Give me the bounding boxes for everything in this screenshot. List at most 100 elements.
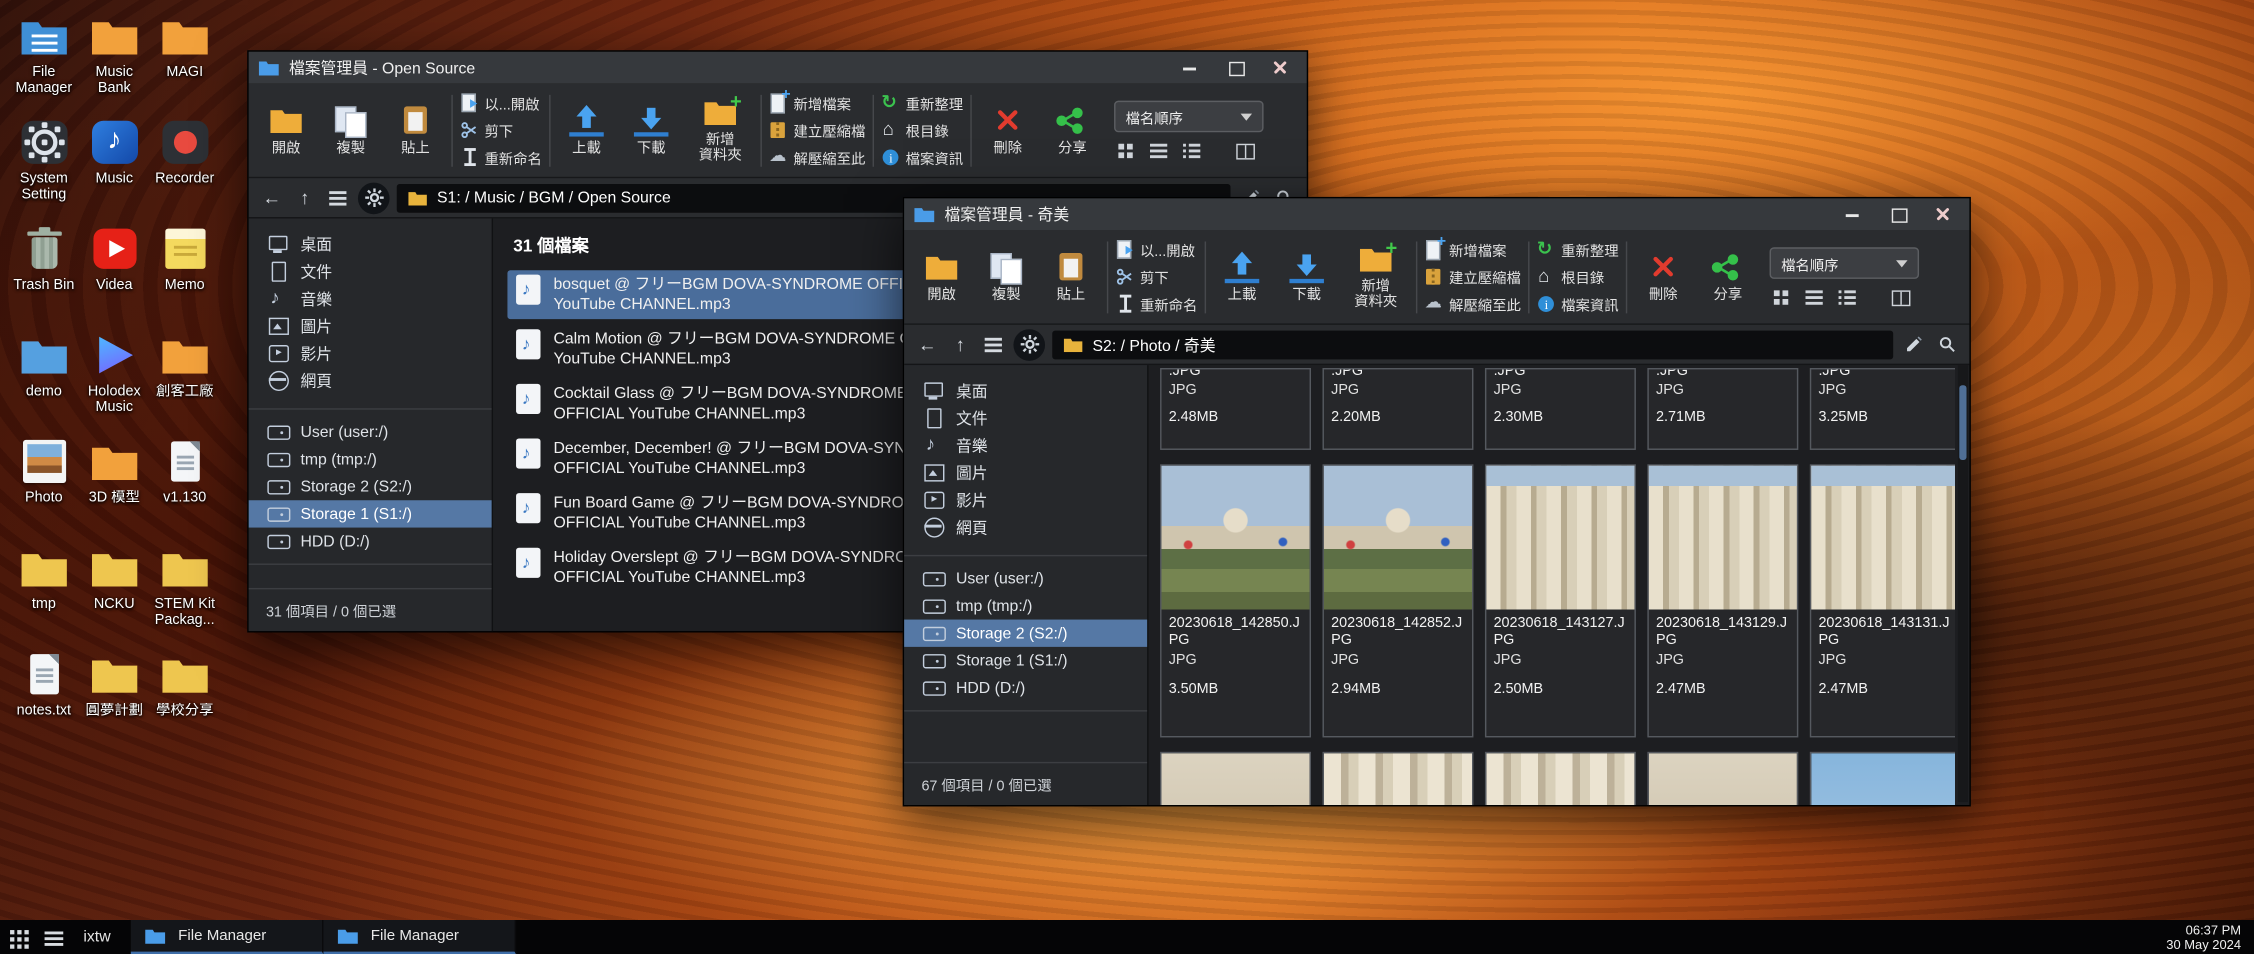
refresh-button[interactable]: 重新整理 — [1537, 239, 1619, 261]
share-button[interactable]: 分享 — [1699, 251, 1757, 303]
paste-button[interactable]: 貼上 — [1042, 251, 1100, 303]
file-card-partial[interactable]: .JPG JPG 2.71MB — [1647, 368, 1798, 450]
desktop-icon[interactable]: File Manager — [9, 12, 79, 118]
taskbar-app-button[interactable]: File Manager — [323, 920, 516, 954]
sidebar-drive-item[interactable]: Storage 1 (S1:/) — [249, 500, 492, 527]
desktop-icon[interactable]: STEM Kit Packag... — [150, 543, 220, 649]
minimize-button[interactable] — [1836, 203, 1871, 226]
file-card[interactable]: 20230618_142852.JPG JPG 2.94MB — [1323, 464, 1474, 737]
sidebar-drive-item[interactable]: Storage 2 (S2:/) — [249, 473, 492, 500]
maximize-button[interactable] — [1880, 203, 1915, 226]
desktop-icon[interactable]: Photo — [9, 437, 79, 543]
sidebar-place-item[interactable]: 網頁 — [249, 367, 492, 394]
sort-order-dropdown[interactable]: 檔名順序 — [1770, 247, 1920, 279]
close-button[interactable] — [1925, 203, 1960, 226]
download-button[interactable]: 下載 — [1278, 251, 1336, 303]
sidebar-drive-item[interactable]: HDD (D:/) — [904, 674, 1147, 701]
refresh-button[interactable]: 重新整理 — [881, 92, 963, 114]
download-button[interactable]: 下載 — [622, 104, 680, 156]
upload-button[interactable]: 上載 — [558, 104, 616, 156]
delete-button[interactable]: 刪除 — [979, 104, 1037, 156]
desktop-icon[interactable]: 圓夢計劃 — [79, 650, 149, 756]
maximize-button[interactable] — [1218, 56, 1253, 79]
title-bar[interactable]: 檔案管理員 - Open Source — [249, 52, 1307, 84]
delete-button[interactable]: 刪除 — [1634, 251, 1692, 303]
new-folder-button[interactable]: 新增 資料夾 — [687, 96, 753, 164]
sort-order-dropdown[interactable]: 檔名順序 — [1114, 101, 1264, 133]
file-card[interactable]: 20230618_143131.JPG JPG 2.47MB — [1810, 464, 1955, 737]
root-directory-button[interactable]: 根目錄 — [881, 119, 963, 141]
desktop-icon[interactable]: NCKU — [79, 543, 149, 649]
grid-view-icon[interactable] — [1772, 289, 1791, 306]
back-button[interactable] — [259, 185, 285, 211]
new-file-button[interactable]: 新增檔案 — [1425, 239, 1521, 261]
desktop-icon[interactable]: Holodex Music — [79, 331, 149, 437]
menu-icon[interactable] — [980, 331, 1006, 357]
root-directory-button[interactable]: 根目錄 — [1537, 266, 1619, 288]
file-info-button[interactable]: 檔案資訊 — [881, 147, 963, 169]
file-card-partial[interactable] — [1810, 752, 1955, 805]
sidebar-drive-item[interactable]: Storage 2 (S2:/) — [904, 620, 1147, 647]
sidebar-drive-item[interactable]: HDD (D:/) — [249, 528, 492, 555]
desktop-icon[interactable]: Memo — [150, 224, 220, 330]
sidebar-drive-item[interactable]: tmp (tmp:/) — [904, 592, 1147, 619]
upload-button[interactable]: 上載 — [1213, 251, 1271, 303]
list-view-icon[interactable] — [1150, 142, 1169, 159]
desktop-icon[interactable]: demo — [9, 331, 79, 437]
sidebar-drive-item[interactable]: User (user:/) — [249, 418, 492, 445]
list-view-icon[interactable] — [1806, 289, 1825, 306]
extract-here-button[interactable]: 解壓縮至此 — [1425, 293, 1521, 315]
sidebar-place-item[interactable]: 音樂 — [249, 285, 492, 312]
rename-button[interactable]: 重新命名 — [1116, 293, 1198, 315]
sidebar-drive-item[interactable]: User (user:/) — [904, 565, 1147, 592]
file-card-partial[interactable]: .JPG JPG 3.25MB — [1810, 368, 1955, 450]
desktop-icon[interactable]: notes.txt — [9, 650, 79, 756]
sidebar-place-item[interactable]: 桌面 — [904, 377, 1147, 404]
sidebar-place-item[interactable]: 影片 — [249, 339, 492, 366]
column-view-icon[interactable] — [1892, 290, 1911, 306]
desktop-icon[interactable]: 創客工廠 — [150, 331, 220, 437]
grid-view-icon[interactable] — [1117, 142, 1136, 159]
path-field[interactable]: S2: / Photo / 奇美 — [1052, 330, 1893, 359]
sidebar-place-item[interactable]: 音樂 — [904, 431, 1147, 458]
desktop-icon[interactable]: System Setting — [9, 118, 79, 224]
file-card-partial[interactable] — [1647, 752, 1798, 805]
settings-gear-button[interactable] — [358, 182, 390, 214]
create-archive-button[interactable]: 建立壓縮檔 — [769, 119, 865, 141]
title-bar[interactable]: 檔案管理員 - 奇美 — [904, 198, 1969, 230]
taskbar-app-button[interactable]: File Manager — [131, 920, 324, 954]
new-file-button[interactable]: 新增檔案 — [769, 92, 865, 114]
search-button[interactable] — [1933, 331, 1959, 357]
desktop-icon[interactable]: Music — [79, 118, 149, 224]
cut-button[interactable]: 剪下 — [1116, 266, 1198, 288]
desktop-icon[interactable]: Recorder — [150, 118, 220, 224]
close-button[interactable] — [1262, 56, 1297, 79]
settings-gear-button[interactable] — [1013, 328, 1045, 360]
desktop-icon[interactable]: Music Bank — [79, 12, 149, 118]
file-info-button[interactable]: 檔案資訊 — [1537, 293, 1619, 315]
sidebar-place-item[interactable]: 圖片 — [904, 459, 1147, 486]
sidebar-place-item[interactable]: 影片 — [904, 486, 1147, 513]
open-with-button[interactable]: 以...開啟 — [460, 92, 542, 114]
sidebar-place-item[interactable]: 桌面 — [249, 230, 492, 257]
create-archive-button[interactable]: 建立壓縮檔 — [1425, 266, 1521, 288]
file-card[interactable]: 20230618_143127.JPG JPG 2.50MB — [1485, 464, 1636, 737]
new-folder-button[interactable]: 新增 資料夾 — [1343, 243, 1409, 311]
sidebar-place-item[interactable]: 文件 — [249, 257, 492, 284]
sidebar-place-item[interactable]: 網頁 — [904, 513, 1147, 540]
desktop-icon[interactable]: MAGI — [150, 12, 220, 118]
open-button[interactable]: 開啟 — [913, 251, 971, 303]
copy-button[interactable]: 複製 — [322, 104, 380, 156]
cut-button[interactable]: 剪下 — [460, 119, 542, 141]
edit-path-button[interactable] — [1900, 331, 1926, 357]
menu-icon[interactable] — [325, 185, 351, 211]
app-launcher-icon[interactable] — [0, 920, 37, 954]
share-button[interactable]: 分享 — [1044, 104, 1102, 156]
scrollbar-thumb[interactable] — [1959, 385, 1966, 460]
up-button[interactable] — [292, 185, 318, 211]
copy-button[interactable]: 複製 — [978, 251, 1036, 303]
minimize-button[interactable] — [1173, 56, 1208, 79]
desktop-icon[interactable]: tmp — [9, 543, 79, 649]
file-card-partial[interactable] — [1323, 752, 1474, 805]
rename-button[interactable]: 重新命名 — [460, 147, 542, 169]
